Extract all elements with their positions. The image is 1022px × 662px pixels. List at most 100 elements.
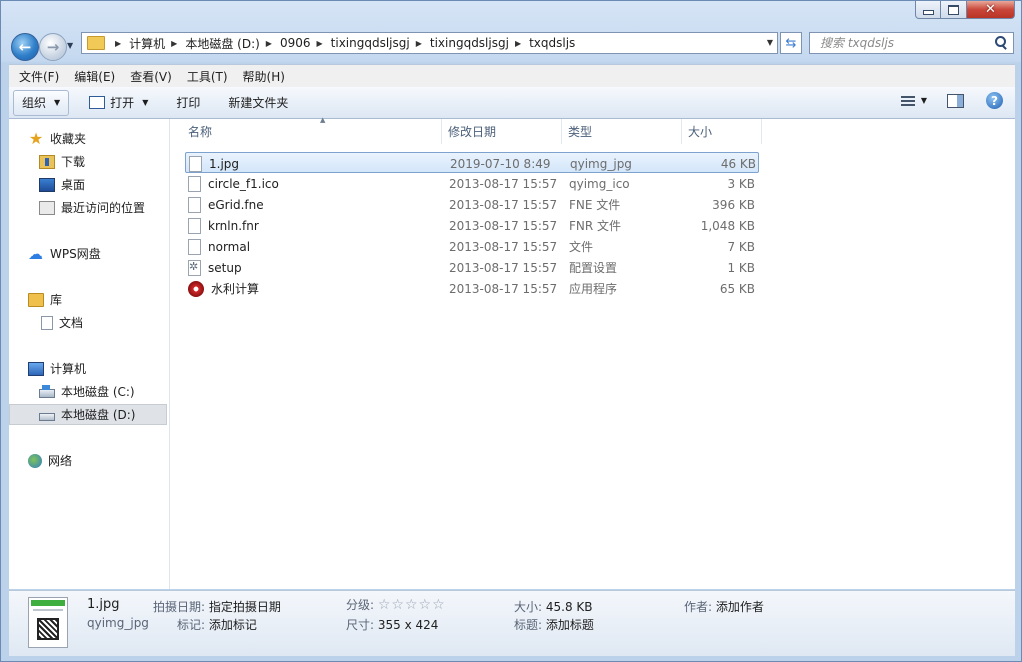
table-row[interactable]: 水利计算 2013-08-17 15:57 应用程序 65 KB [185,278,759,299]
breadcrumb-separator-icon[interactable]: ▶ [416,39,422,48]
preview-pane-icon[interactable] [947,93,964,108]
details-label: 尺寸: [346,618,375,632]
breadcrumb-separator-icon[interactable]: ▶ [317,39,323,48]
sidebar-item-drive-d[interactable]: 本地磁盘 (D:) [9,404,167,425]
menu-file[interactable]: 文件(F) [9,68,64,85]
file-thumbnail [28,597,68,648]
help-icon[interactable]: ? [986,92,1003,109]
sidebar-item-label: 收藏夹 [50,132,87,146]
sidebar-item-computer[interactable]: 计算机 [9,358,186,379]
breadcrumb-separator-icon[interactable]: ▶ [171,39,177,48]
file-type: FNE 文件 [569,198,621,212]
organize-button[interactable]: 组织 ▼ [13,89,70,116]
sidebar-item-label: 计算机 [50,362,87,376]
search-box[interactable] [809,32,1014,54]
breadcrumb-txqdsljs[interactable]: txqdsljs [529,36,575,50]
details-shoot-date: 拍摄日期: 指定拍摄日期 [153,598,281,615]
column-header-date[interactable]: 修改日期 [442,119,562,144]
menu-help[interactable]: 帮助(H) [233,68,290,85]
print-button[interactable]: 打印 [168,91,208,115]
folder-icon [87,36,105,50]
sidebar-item-recent[interactable]: 最近访问的位置 [9,197,197,218]
close-button[interactable]: ✕ [967,1,1015,19]
sidebar-item-drive-c[interactable]: 本地磁盘 (C:) [9,381,197,402]
forward-button[interactable]: → [39,33,67,61]
column-header-name[interactable]: 名称 ▲ [182,116,442,144]
file-name-cell: setup [188,257,242,278]
star-icon: ★ [28,128,44,148]
sidebar-item-wps[interactable]: ☁ WPS网盘 [9,243,186,264]
breadcrumb-tixingqdsljsgj[interactable]: tixingqdsljsgj [331,36,410,50]
file-name-cell: 1.jpg [189,153,239,174]
breadcrumb-drive-d[interactable]: 本地磁盘 (D:) [185,35,259,52]
column-header-size[interactable]: 大小 [682,119,762,144]
size-value: 45.8 KB [545,600,593,614]
file-icon [188,196,201,213]
column-header-type[interactable]: 类型 [562,119,682,144]
sidebar-item-label: 网络 [48,454,73,468]
file-name: 水利计算 [211,282,260,296]
refresh-icon: ⇆ [785,35,797,51]
table-row[interactable]: circle_f1.ico 2013-08-17 15:57 qyimg_ico… [185,173,759,194]
open-label: 打开 [110,96,135,110]
table-row[interactable]: normal 2013-08-17 15:57 文件 7 KB [185,236,759,257]
network-icon [28,453,42,468]
minimize-icon [922,10,934,15]
breadcrumb-separator-icon[interactable]: ▶ [266,39,272,48]
download-folder-icon [39,154,55,169]
tags-value[interactable]: 添加标记 [209,618,257,632]
breadcrumb-separator-icon[interactable]: ▶ [115,39,121,48]
search-icon[interactable] [993,35,1009,51]
breadcrumb-tixingqdsljsgj-2[interactable]: tixingqdsljsgj [430,36,509,50]
menu-edit[interactable]: 编辑(E) [64,68,120,85]
new-folder-button[interactable]: 新建文件夹 [220,91,296,115]
sidebar-item-downloads[interactable]: 下载 [9,151,197,172]
breadcrumb-separator-icon[interactable]: ▶ [515,39,521,48]
address-dropdown-icon[interactable]: ▼ [767,38,773,47]
desktop-icon [39,177,55,192]
file-list: 名称 ▲ 修改日期 类型 大小 1.jpg 2019-07-10 8:49 qy… [170,116,1015,589]
back-button[interactable]: ← [11,33,39,61]
file-type: FNR 文件 [569,219,622,233]
open-button[interactable]: 打开 ▼ [81,91,156,115]
minimize-button[interactable] [915,1,941,19]
file-name-cell: 水利计算 [188,278,259,299]
close-icon: ✕ [985,2,996,17]
view-options-icon[interactable] [900,95,915,107]
menu-view[interactable]: 查看(V) [120,68,177,85]
table-row[interactable]: krnln.fnr 2013-08-17 15:57 FNR 文件 1,048 … [185,215,759,236]
table-row[interactable]: eGrid.fne 2013-08-17 15:57 FNE 文件 396 KB [185,194,759,215]
history-dropdown-icon[interactable]: ▼ [67,41,73,50]
file-date: 2013-08-17 15:57 [449,281,558,296]
table-row[interactable]: 1.jpg 2019-07-10 8:49 qyimg_jpg 46 KB [185,152,759,173]
title-value[interactable]: 添加标题 [546,618,594,632]
author-value[interactable]: 添加作者 [716,600,764,614]
maximize-button[interactable] [941,1,967,19]
file-size: 46 KB [720,156,756,171]
details-size: 大小: 45.8 KB [514,598,593,615]
menu-tools[interactable]: 工具(T) [177,68,233,85]
sidebar-item-label: 文档 [59,316,84,330]
library-icon [28,292,44,307]
file-icon [188,238,201,255]
address-bar[interactable]: ▶ 计算机 ▶ 本地磁盘 (D:) ▶ 0906 ▶ tixingqdsljsg… [81,32,778,54]
table-row[interactable]: setup 2013-08-17 15:57 配置设置 1 KB [185,257,759,278]
drive-icon [39,385,55,398]
refresh-button[interactable]: ⇆ [780,32,802,54]
shoot-date-value[interactable]: 指定拍摄日期 [209,600,281,614]
sidebar-item-network[interactable]: 网络 [9,450,186,471]
sidebar-item-desktop[interactable]: 桌面 [9,174,197,195]
rating-stars-icon[interactable]: ☆☆☆☆☆ [378,597,446,613]
breadcrumb-computer[interactable]: 计算机 [129,35,165,52]
chevron-down-icon[interactable]: ▼ [921,96,927,105]
details-author: 作者: 添加作者 [684,598,764,615]
search-input[interactable] [818,35,993,51]
sidebar-item-libraries[interactable]: 库 [9,289,186,310]
computer-icon [28,361,44,376]
breadcrumb-0906[interactable]: 0906 [280,36,311,50]
sidebar-item-favorites[interactable]: ★ 收藏夹 [9,128,186,149]
file-date: 2013-08-17 15:57 [449,218,558,233]
command-bar: 组织 ▼ 打开 ▼ 打印 新建文件夹 ▼ ? [9,87,1015,119]
chevron-down-icon: ▼ [54,98,61,107]
file-date: 2013-08-17 15:57 [449,260,558,275]
